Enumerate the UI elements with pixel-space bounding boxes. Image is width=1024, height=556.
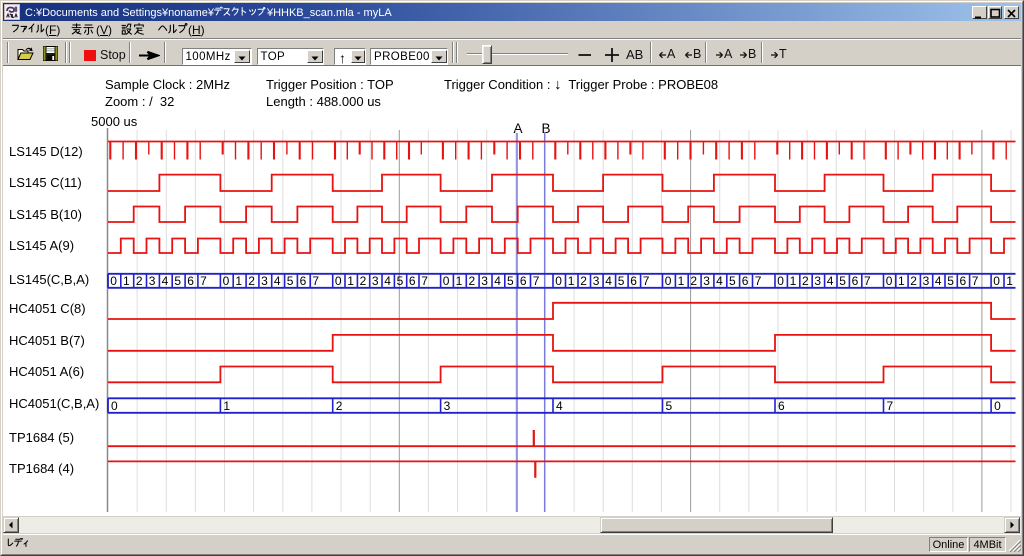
svg-text:5: 5: [507, 274, 514, 288]
svg-text:6: 6: [409, 274, 416, 288]
svg-text:7: 7: [755, 274, 762, 288]
svg-text:6: 6: [742, 274, 749, 288]
svg-text:1: 1: [456, 274, 463, 288]
svg-text:6: 6: [852, 274, 859, 288]
svg-text:4: 4: [274, 274, 281, 288]
svg-text:7: 7: [421, 274, 428, 288]
svg-text:6: 6: [778, 399, 785, 413]
svg-text:4: 4: [827, 274, 834, 288]
svg-text:5: 5: [729, 274, 736, 288]
svg-text:1: 1: [898, 274, 905, 288]
svg-text:3: 3: [372, 274, 379, 288]
svg-text:2: 2: [136, 274, 143, 288]
svg-text:1: 1: [223, 399, 230, 413]
svg-text:3: 3: [149, 274, 156, 288]
svg-text:0: 0: [110, 274, 117, 288]
svg-text:2: 2: [910, 274, 917, 288]
svg-text:3: 3: [923, 274, 930, 288]
svg-text:7: 7: [864, 274, 871, 288]
svg-text:0: 0: [223, 274, 230, 288]
svg-text:3: 3: [261, 274, 268, 288]
svg-text:0: 0: [994, 399, 1001, 413]
svg-text:2: 2: [580, 274, 587, 288]
svg-text:6: 6: [187, 274, 194, 288]
svg-text:2: 2: [690, 274, 697, 288]
svg-text:2: 2: [360, 274, 367, 288]
svg-text:6: 6: [300, 274, 307, 288]
svg-text:1: 1: [235, 274, 242, 288]
svg-text:4: 4: [716, 274, 723, 288]
svg-text:7: 7: [200, 274, 207, 288]
svg-text:5: 5: [666, 399, 673, 413]
svg-text:2: 2: [248, 274, 255, 288]
svg-text:4: 4: [494, 274, 501, 288]
svg-text:0: 0: [555, 274, 562, 288]
svg-text:1: 1: [568, 274, 575, 288]
svg-text:7: 7: [887, 399, 894, 413]
svg-text:3: 3: [814, 274, 821, 288]
svg-text:5: 5: [174, 274, 181, 288]
svg-text:1: 1: [1006, 274, 1013, 288]
svg-text:4: 4: [162, 274, 169, 288]
svg-text:0: 0: [777, 274, 784, 288]
svg-text:7: 7: [972, 274, 979, 288]
svg-text:2: 2: [336, 399, 343, 413]
svg-text:2: 2: [469, 274, 476, 288]
svg-text:2: 2: [802, 274, 809, 288]
svg-text:5: 5: [947, 274, 954, 288]
svg-text:7: 7: [533, 274, 540, 288]
svg-text:0: 0: [443, 274, 450, 288]
svg-text:3: 3: [593, 274, 600, 288]
svg-text:4: 4: [384, 274, 391, 288]
svg-text:5: 5: [287, 274, 294, 288]
svg-text:0: 0: [886, 274, 893, 288]
svg-text:1: 1: [790, 274, 797, 288]
svg-text:1: 1: [347, 274, 354, 288]
svg-text:7: 7: [643, 274, 650, 288]
svg-text:0: 0: [665, 274, 672, 288]
svg-text:1: 1: [678, 274, 685, 288]
svg-text:7: 7: [312, 274, 319, 288]
svg-text:5: 5: [397, 274, 404, 288]
svg-text:5: 5: [839, 274, 846, 288]
svg-text:4: 4: [605, 274, 612, 288]
svg-text:6: 6: [520, 274, 527, 288]
svg-text:0: 0: [335, 274, 342, 288]
svg-text:4: 4: [935, 274, 942, 288]
svg-text:1: 1: [123, 274, 130, 288]
svg-text:4: 4: [556, 399, 563, 413]
svg-text:6: 6: [630, 274, 637, 288]
svg-text:0: 0: [111, 399, 118, 413]
svg-text:3: 3: [703, 274, 710, 288]
svg-text:3: 3: [444, 399, 451, 413]
svg-text:0: 0: [993, 274, 1000, 288]
svg-text:3: 3: [481, 274, 488, 288]
svg-text:6: 6: [960, 274, 967, 288]
svg-text:5: 5: [618, 274, 625, 288]
